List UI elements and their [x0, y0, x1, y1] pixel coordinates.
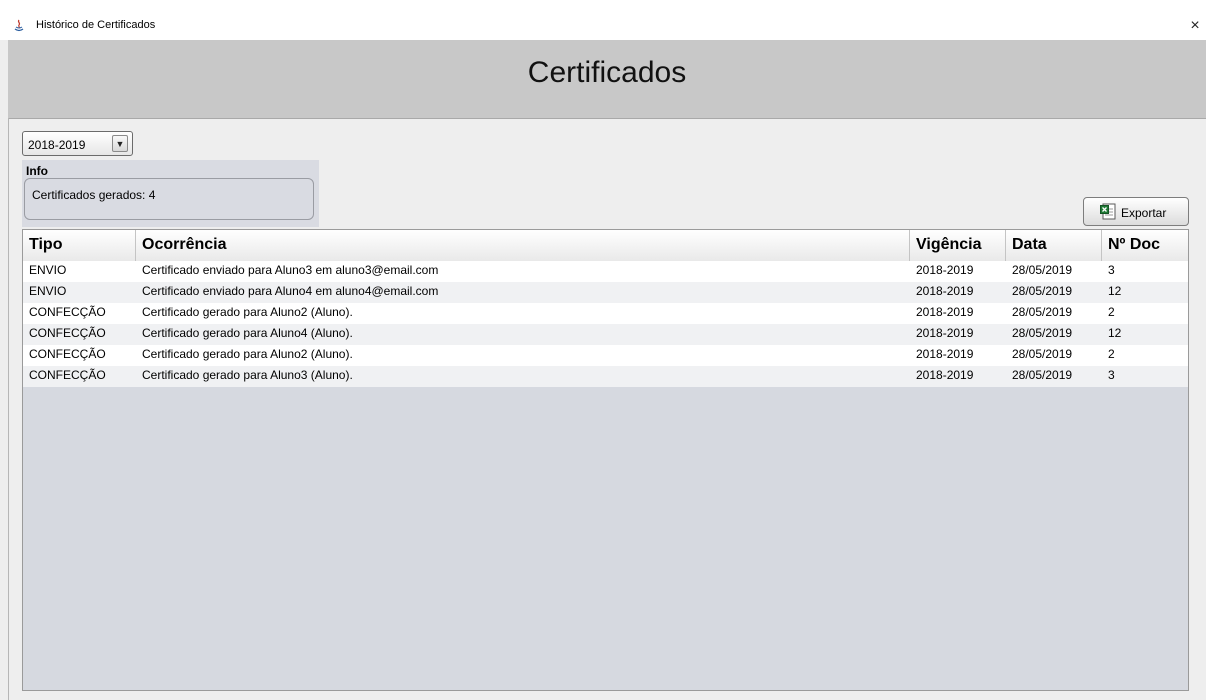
cell-data: 28/05/2019: [1012, 368, 1073, 382]
cell-tipo: CONFECÇÃO: [29, 347, 106, 361]
cell-ocorrencia: Certificado enviado para Aluno4 em aluno…: [142, 284, 439, 298]
table-row[interactable]: CONFECÇÃO Certificado gerado para Aluno4…: [23, 324, 1188, 345]
table-row[interactable]: CONFECÇÃO Certificado gerado para Aluno3…: [23, 366, 1188, 387]
cell-ocorrencia: Certificado gerado para Aluno2 (Aluno).: [142, 305, 353, 319]
close-icon: ×: [1190, 17, 1200, 34]
cell-n-doc: 2: [1108, 347, 1115, 361]
cell-n-doc: 12: [1108, 326, 1122, 340]
cell-ocorrencia: Certificado enviado para Aluno3 em aluno…: [142, 263, 439, 277]
window-titlebar: Histórico de Certificados ×: [0, 0, 1206, 40]
table-row[interactable]: ENVIO Certificado enviado para Aluno3 em…: [23, 261, 1188, 282]
export-label: Exportar: [1121, 206, 1167, 220]
window-title: Histórico de Certificados: [36, 19, 156, 31]
table-row[interactable]: CONFECÇÃO Certificado gerado para Aluno2…: [23, 345, 1188, 366]
column-header-data[interactable]: Data: [1006, 230, 1102, 261]
cell-n-doc: 12: [1108, 284, 1122, 298]
cell-tipo: ENVIO: [29, 284, 67, 298]
cell-tipo: CONFECÇÃO: [29, 305, 106, 319]
year-dropdown-value: 2018-2019: [28, 138, 86, 152]
column-header-vigencia[interactable]: Vigência: [910, 230, 1006, 261]
java-app-icon: [14, 19, 24, 32]
table-header: Tipo Ocorrência Vigência Data Nº Doc: [23, 230, 1188, 262]
column-header-ocorrencia[interactable]: Ocorrência: [136, 230, 910, 261]
cell-ocorrencia: Certificado gerado para Aluno4 (Aluno).: [142, 326, 353, 340]
cell-data: 28/05/2019: [1012, 347, 1073, 361]
cell-n-doc: 3: [1108, 263, 1115, 277]
cell-tipo: CONFECÇÃO: [29, 326, 106, 340]
cell-n-doc: 2: [1108, 305, 1115, 319]
cell-data: 28/05/2019: [1012, 263, 1073, 277]
cell-data: 28/05/2019: [1012, 305, 1073, 319]
info-box: Certificados gerados: 4: [24, 178, 314, 220]
cell-tipo: ENVIO: [29, 263, 67, 277]
cell-vigencia: 2018-2019: [916, 284, 974, 298]
cell-data: 28/05/2019: [1012, 284, 1073, 298]
table-body: ENVIO Certificado enviado para Aluno3 em…: [23, 261, 1188, 387]
cell-vigencia: 2018-2019: [916, 263, 974, 277]
export-button[interactable]: Exportar: [1083, 197, 1189, 226]
close-button[interactable]: ×: [1184, 14, 1206, 38]
column-header-tipo[interactable]: Tipo: [23, 230, 136, 261]
chevron-down-icon[interactable]: ▼: [112, 135, 128, 152]
cell-ocorrencia: Certificado gerado para Aluno3 (Aluno).: [142, 368, 353, 382]
table-row[interactable]: ENVIO Certificado enviado para Aluno4 em…: [23, 282, 1188, 303]
info-label: Info: [26, 164, 48, 178]
cell-vigencia: 2018-2019: [916, 347, 974, 361]
table-row[interactable]: CONFECÇÃO Certificado gerado para Aluno2…: [23, 303, 1188, 324]
cell-n-doc: 3: [1108, 368, 1115, 382]
column-header-n-doc[interactable]: Nº Doc: [1102, 230, 1188, 261]
info-text: Certificados gerados: 4: [32, 188, 156, 202]
cell-vigencia: 2018-2019: [916, 368, 974, 382]
window-border: [8, 118, 9, 700]
excel-icon: [1100, 203, 1116, 220]
cell-tipo: CONFECÇÃO: [29, 368, 106, 382]
header-banner: Certificados: [8, 40, 1206, 119]
cell-vigencia: 2018-2019: [916, 305, 974, 319]
history-table[interactable]: Tipo Ocorrência Vigência Data Nº Doc ENV…: [22, 229, 1189, 691]
cell-vigencia: 2018-2019: [916, 326, 974, 340]
year-dropdown[interactable]: 2018-2019 ▼: [22, 131, 133, 156]
info-panel: Info Certificados gerados: 4: [22, 160, 319, 227]
cell-ocorrencia: Certificado gerado para Aluno2 (Aluno).: [142, 347, 353, 361]
cell-data: 28/05/2019: [1012, 326, 1073, 340]
page-title: Certificados: [527, 56, 687, 89]
